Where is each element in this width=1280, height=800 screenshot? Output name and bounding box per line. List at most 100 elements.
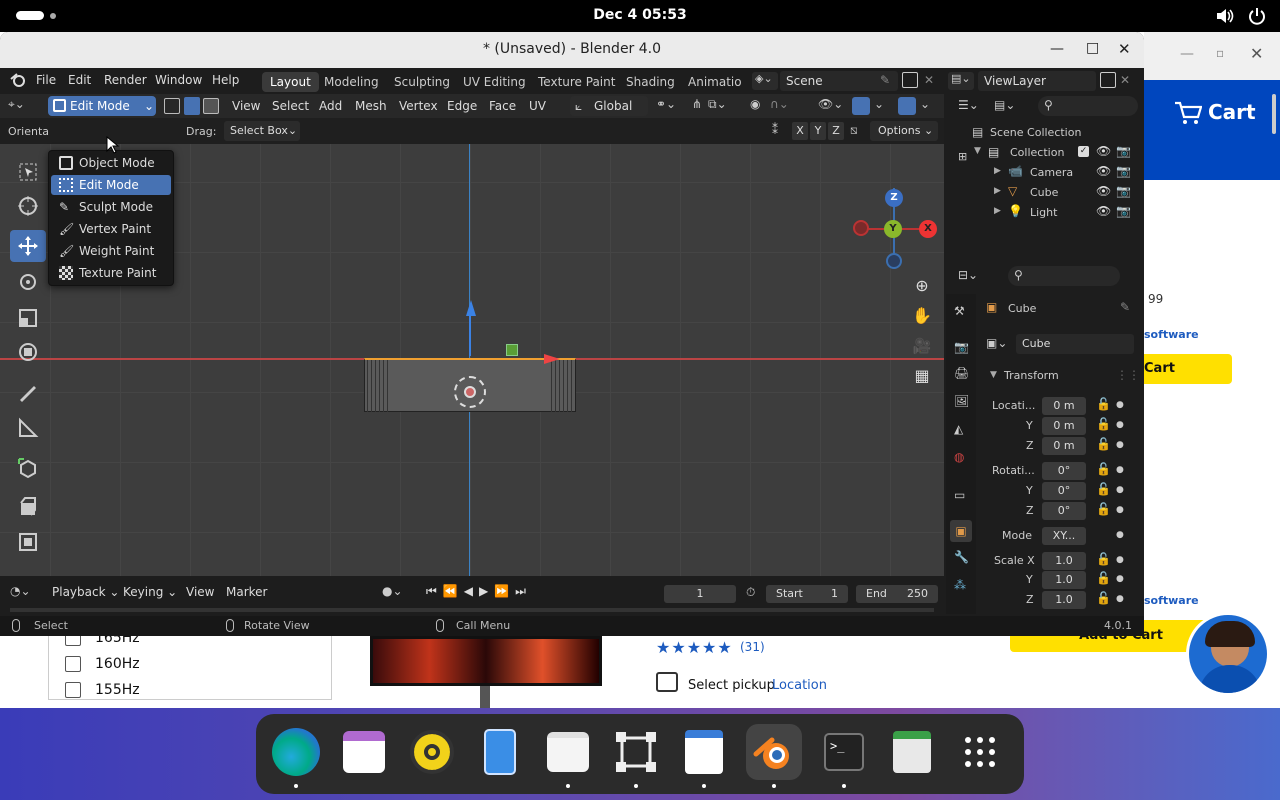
- gizmo-dropdown-icon[interactable]: ⌄: [874, 97, 884, 111]
- cart-label[interactable]: Cart: [1208, 100, 1256, 124]
- scale-x-field[interactable]: 1.0: [1042, 552, 1086, 570]
- keyframe-dot-icon[interactable]: ●: [1116, 485, 1124, 495]
- location-x-field[interactable]: 0 m: [1042, 397, 1086, 415]
- lock-icon[interactable]: 🔓: [1096, 437, 1111, 451]
- menu-mesh[interactable]: Mesh: [355, 99, 387, 113]
- filter-checkbox[interactable]: [65, 682, 81, 698]
- terminal-icon[interactable]: >_: [816, 724, 872, 788]
- lock-icon[interactable]: 🔓: [1096, 552, 1111, 566]
- transform-tool-icon[interactable]: [10, 336, 46, 368]
- blender-logo-icon[interactable]: [10, 73, 26, 90]
- app-grid-icon[interactable]: [952, 724, 1008, 780]
- exclude-checkbox-icon[interactable]: ✓: [1078, 146, 1089, 157]
- menu-render[interactable]: Render: [104, 73, 147, 87]
- lock-icon[interactable]: 🔓: [1096, 502, 1111, 516]
- keyframe-dot-icon[interactable]: ●: [1116, 505, 1124, 515]
- lock-icon[interactable]: 🔓: [1096, 417, 1111, 431]
- keyframe-dot-icon[interactable]: ●: [1116, 574, 1124, 584]
- snap-target-icon[interactable]: ⧉⌄: [708, 97, 727, 112]
- new-viewlayer-icon[interactable]: [1100, 72, 1116, 88]
- stopwatch-icon[interactable]: ⏱: [746, 585, 755, 600]
- close-icon[interactable]: ✕: [1250, 44, 1263, 63]
- menu-edge[interactable]: Edge: [447, 99, 477, 113]
- pin-icon[interactable]: ✎: [880, 73, 890, 87]
- camera-render-icon[interactable]: 📷: [1116, 184, 1131, 198]
- rotate-tool-icon[interactable]: [10, 266, 46, 298]
- menu-face[interactable]: Face: [489, 99, 516, 113]
- pan-hand-icon[interactable]: ✋: [908, 302, 936, 330]
- timeline-scrubber[interactable]: [10, 608, 934, 612]
- keyframe-dot-icon[interactable]: ●: [1116, 465, 1124, 475]
- drag-handle-icon[interactable]: ⋮⋮: [1116, 368, 1140, 382]
- new-scene-icon[interactable]: [902, 72, 918, 88]
- filter-icon[interactable]: ⊞: [958, 150, 967, 163]
- software-link[interactable]: software: [1144, 328, 1199, 341]
- gizmo-neg-z[interactable]: [886, 253, 902, 269]
- mode-dropdown[interactable]: Edit Mode ⌄: [48, 96, 156, 116]
- object-tab-icon[interactable]: ▣: [950, 520, 972, 542]
- auto-merge-icon[interactable]: ⧅: [850, 123, 858, 138]
- gizmo-z-axis[interactable]: Z: [885, 189, 903, 207]
- pin-icon[interactable]: ✎: [1120, 300, 1130, 314]
- eye-icon[interactable]: 👁: [1096, 144, 1111, 158]
- software-link-2[interactable]: software: [1144, 594, 1199, 607]
- lock-icon[interactable]: 🔓: [1096, 571, 1111, 585]
- timeline-editor-icon[interactable]: ◔⌄: [10, 584, 31, 598]
- camera-render-icon[interactable]: 📷: [1116, 164, 1131, 178]
- window-titlebar[interactable]: * (Unsaved) - Blender 4.0 — □ ✕: [0, 32, 1144, 68]
- scale-y-field[interactable]: 1.0: [1042, 571, 1086, 589]
- scene-tab-icon[interactable]: ◭: [954, 422, 963, 436]
- proportional-edit-icon[interactable]: ◉: [750, 97, 760, 111]
- tab-modeling[interactable]: Modeling: [316, 72, 387, 92]
- text-editor-icon[interactable]: [676, 724, 732, 788]
- expand-icon[interactable]: ▶: [994, 206, 1001, 216]
- mirror-x-toggle[interactable]: X: [792, 122, 808, 140]
- keyframe-dot-icon[interactable]: ●: [1116, 555, 1124, 565]
- snap-icon[interactable]: ⋔: [692, 97, 702, 111]
- menu-uv[interactable]: UV: [529, 99, 546, 113]
- menu-add[interactable]: Add: [319, 99, 342, 113]
- lock-icon[interactable]: 🔓: [1096, 462, 1111, 476]
- rotation-mode-dropdown[interactable]: XY...: [1042, 527, 1086, 545]
- transform-orientation-dropdown[interactable]: ⟀ Global: [570, 96, 648, 116]
- x-arrow-icon[interactable]: [544, 354, 560, 364]
- rotation-z-field[interactable]: 0°: [1042, 502, 1086, 520]
- world-tab-icon[interactable]: ◍: [954, 450, 964, 464]
- keyframe-dot-icon[interactable]: ●: [1116, 530, 1124, 540]
- camera-view-icon[interactable]: 🎥: [908, 332, 936, 360]
- minimize-icon[interactable]: —: [1180, 46, 1194, 62]
- expand-icon[interactable]: ▶: [994, 186, 1001, 196]
- falloff-icon[interactable]: ∩⌄: [770, 97, 789, 111]
- menu-marker[interactable]: Marker: [226, 585, 267, 599]
- scrollbar-thumb[interactable]: [1272, 94, 1276, 134]
- menu-timeline-view[interactable]: View: [186, 585, 214, 599]
- rating-count[interactable]: (31): [740, 640, 765, 654]
- particles-tab-icon[interactable]: ⁂: [954, 578, 966, 592]
- end-frame-field[interactable]: End 250: [856, 585, 938, 603]
- eye-icon[interactable]: 👁: [1096, 184, 1111, 198]
- volume-icon[interactable]: [1216, 8, 1234, 27]
- edge-browser-icon[interactable]: [268, 724, 324, 788]
- vertex-select-icon[interactable]: [164, 98, 180, 114]
- outliner-item-cube[interactable]: Cube: [1030, 186, 1058, 199]
- lock-icon[interactable]: 🔓: [1096, 397, 1111, 411]
- transform-panel-header[interactable]: Transform: [1004, 369, 1059, 382]
- trash-icon[interactable]: [884, 724, 940, 780]
- expand-icon[interactable]: ▼: [974, 146, 981, 156]
- cursor-tool-icon[interactable]: [10, 190, 46, 222]
- editor-type-icon[interactable]: ⌖⌄: [8, 97, 42, 115]
- visibility-icon[interactable]: 👁⌄: [818, 97, 843, 111]
- edge-select-icon[interactable]: [184, 97, 200, 115]
- scale-z-field[interactable]: 1.0: [1042, 591, 1086, 609]
- display-mode-icon[interactable]: ▤⌄: [994, 98, 1015, 112]
- gizmo-neg-x[interactable]: [853, 220, 869, 236]
- tab-animation[interactable]: Animation: [680, 72, 742, 92]
- gizmo-y-axis[interactable]: Y: [884, 220, 902, 238]
- screenshot-tool-icon[interactable]: [608, 724, 664, 788]
- maximize-icon[interactable]: ▫: [1216, 46, 1224, 60]
- xz-plane-handle[interactable]: [506, 344, 518, 356]
- menu-item-sculpt-mode[interactable]: ✎ Sculpt Mode: [51, 197, 171, 217]
- menu-edit[interactable]: Edit: [68, 73, 91, 87]
- z-arrow-icon[interactable]: [466, 300, 476, 316]
- filter-label[interactable]: 160Hz: [95, 656, 140, 672]
